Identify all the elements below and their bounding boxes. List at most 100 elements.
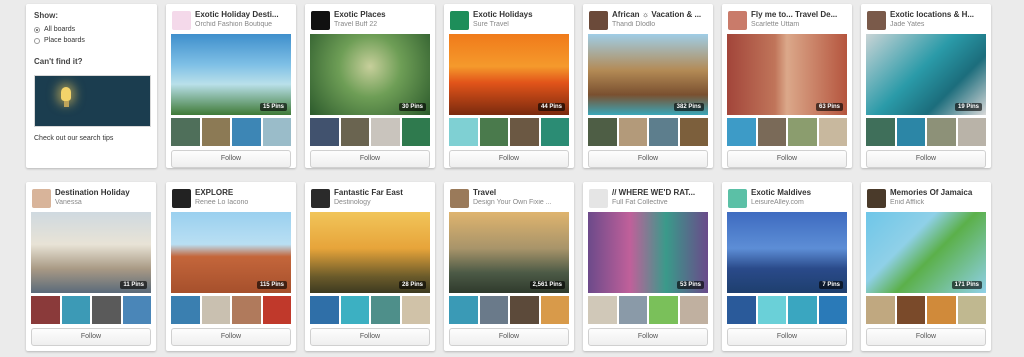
radio-selected-icon[interactable]: [34, 26, 40, 33]
board-card[interactable]: Fantastic Far East Destinology 28 Pins Foll…: [305, 182, 435, 351]
board-thumbnail[interactable]: [479, 296, 508, 324]
board-cover-image[interactable]: 382 Pins: [588, 34, 708, 115]
board-thumbnail[interactable]: [310, 296, 339, 324]
owner-avatar[interactable]: [172, 189, 191, 208]
board-card[interactable]: African ☼ Vacation & ... Thandi Dlodlo 382…: [583, 4, 713, 168]
board-thumbnail[interactable]: [262, 296, 291, 324]
board-cover-image[interactable]: 115 Pins: [171, 212, 291, 293]
board-title[interactable]: EXPLORE: [195, 188, 292, 197]
board-thumbnail[interactable]: [649, 118, 678, 146]
owner-avatar[interactable]: [589, 11, 608, 30]
place-boards-option[interactable]: Place boards: [34, 37, 149, 44]
board-thumbnail[interactable]: [540, 296, 569, 324]
board-owner[interactable]: Destinology: [334, 199, 431, 206]
board-cover-image[interactable]: 7 Pins: [727, 212, 847, 293]
board-thumbnail[interactable]: [310, 118, 339, 146]
board-thumbnail[interactable]: [201, 296, 230, 324]
board-thumbnail[interactable]: [927, 296, 956, 324]
board-thumbnail[interactable]: [371, 296, 400, 324]
board-title[interactable]: Destination Holiday: [55, 188, 152, 197]
board-owner[interactable]: Sure Travel: [473, 21, 570, 28]
board-thumbnail[interactable]: [818, 118, 847, 146]
follow-button[interactable]: Follow: [588, 328, 708, 346]
board-card[interactable]: Fly me to... Travel De... Scarlette Uttam…: [722, 4, 852, 168]
board-cover-image[interactable]: 44 Pins: [449, 34, 569, 115]
board-cover-image[interactable]: 63 Pins: [727, 34, 847, 115]
owner-avatar[interactable]: [311, 11, 330, 30]
board-thumbnail[interactable]: [232, 296, 261, 324]
board-cover-image[interactable]: 28 Pins: [310, 212, 430, 293]
board-thumbnail[interactable]: [201, 118, 230, 146]
board-thumbnail[interactable]: [618, 118, 647, 146]
board-title[interactable]: // WHERE WE'D RAT...: [612, 188, 709, 197]
board-owner[interactable]: Enid Afflick: [890, 199, 987, 206]
board-thumbnail[interactable]: [371, 118, 400, 146]
board-thumbnail[interactable]: [340, 296, 369, 324]
board-title[interactable]: Memories Of Jamaica: [890, 188, 987, 197]
owner-avatar[interactable]: [728, 11, 747, 30]
board-owner[interactable]: LeisureAlley.com: [751, 199, 848, 206]
board-thumbnail[interactable]: [61, 296, 90, 324]
board-thumbnail[interactable]: [757, 296, 786, 324]
board-cover-image[interactable]: 30 Pins: [310, 34, 430, 115]
search-tips-banner[interactable]: [34, 75, 151, 127]
board-thumbnail[interactable]: [171, 118, 200, 146]
board-cover-image[interactable]: 19 Pins: [866, 34, 986, 115]
board-card[interactable]: Exotic Places Travel Buff 22 30 Pins Follow: [305, 4, 435, 168]
board-thumbnail[interactable]: [788, 296, 817, 324]
follow-button[interactable]: Follow: [727, 150, 847, 168]
owner-avatar[interactable]: [589, 189, 608, 208]
board-cover-image[interactable]: 171 Pins: [866, 212, 986, 293]
board-cover-image[interactable]: 15 Pins: [171, 34, 291, 115]
board-thumbnail[interactable]: [957, 296, 986, 324]
board-thumbnail[interactable]: [896, 296, 925, 324]
follow-button[interactable]: Follow: [866, 328, 986, 346]
board-thumbnail[interactable]: [31, 296, 60, 324]
board-card[interactable]: // WHERE WE'D RAT... Full Fat Collective 5…: [583, 182, 713, 351]
owner-avatar[interactable]: [450, 11, 469, 30]
board-thumbnail[interactable]: [788, 118, 817, 146]
board-owner[interactable]: Thandi Dlodlo: [612, 21, 709, 28]
board-card[interactable]: EXPLORE Renee Lo Iacono 115 Pins Follow: [166, 182, 296, 351]
board-thumbnail[interactable]: [866, 118, 895, 146]
radio-icon[interactable]: [34, 37, 40, 44]
board-thumbnail[interactable]: [896, 118, 925, 146]
board-card[interactable]: Exotic Holidays Sure Travel 44 Pins Follow: [444, 4, 574, 168]
board-thumbnail[interactable]: [540, 118, 569, 146]
board-title[interactable]: Exotic locations & H...: [890, 10, 987, 19]
board-title[interactable]: Exotic Places: [334, 10, 431, 19]
board-thumbnail[interactable]: [401, 296, 430, 324]
search-tips-link[interactable]: Check out our search tips: [34, 135, 149, 142]
board-title[interactable]: Exotic Holidays: [473, 10, 570, 19]
board-owner[interactable]: Scarlette Uttam: [751, 21, 848, 28]
follow-button[interactable]: Follow: [449, 328, 569, 346]
owner-avatar[interactable]: [450, 189, 469, 208]
board-thumbnail[interactable]: [510, 118, 539, 146]
board-owner[interactable]: Orchid Fashion Boutique: [195, 21, 292, 28]
board-owner[interactable]: Travel Buff 22: [334, 21, 431, 28]
follow-button[interactable]: Follow: [310, 328, 430, 346]
board-thumbnail[interactable]: [340, 118, 369, 146]
board-title[interactable]: Fly me to... Travel De...: [751, 10, 848, 19]
owner-avatar[interactable]: [867, 189, 886, 208]
board-thumbnail[interactable]: [588, 296, 617, 324]
owner-avatar[interactable]: [311, 189, 330, 208]
board-cover-image[interactable]: 2,561 Pins: [449, 212, 569, 293]
board-owner[interactable]: Jade Yates: [890, 21, 987, 28]
board-owner[interactable]: Renee Lo Iacono: [195, 199, 292, 206]
board-thumbnail[interactable]: [649, 296, 678, 324]
board-thumbnail[interactable]: [588, 118, 617, 146]
board-thumbnail[interactable]: [618, 296, 647, 324]
owner-avatar[interactable]: [728, 189, 747, 208]
board-title[interactable]: Exotic Maldives: [751, 188, 848, 197]
board-thumbnail[interactable]: [262, 118, 291, 146]
board-thumbnail[interactable]: [927, 118, 956, 146]
follow-button[interactable]: Follow: [31, 328, 151, 346]
board-thumbnail[interactable]: [449, 296, 478, 324]
owner-avatar[interactable]: [172, 11, 191, 30]
board-owner[interactable]: Full Fat Collective: [612, 199, 709, 206]
board-thumbnail[interactable]: [510, 296, 539, 324]
board-thumbnail[interactable]: [957, 118, 986, 146]
board-thumbnail[interactable]: [449, 118, 478, 146]
board-thumbnail[interactable]: [232, 118, 261, 146]
